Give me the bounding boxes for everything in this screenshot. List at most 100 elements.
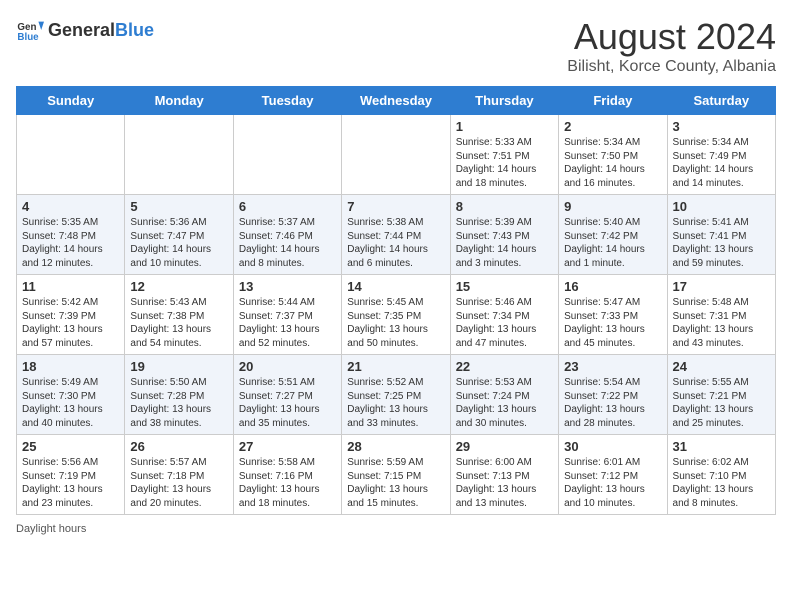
cell-info: Sunrise: 5:59 AM Sunset: 7:15 PM Dayligh… — [347, 456, 444, 510]
sub-title: Bilisht, Korce County, Albania — [567, 58, 776, 76]
cell-info: Sunrise: 5:57 AM Sunset: 7:18 PM Dayligh… — [130, 456, 227, 510]
calendar-cell: 3 Sunrise: 5:34 AM Sunset: 7:49 PM Daylig… — [667, 115, 775, 195]
cell-info: Sunrise: 5:48 AM Sunset: 7:31 PM Dayligh… — [673, 296, 770, 350]
cell-info: Sunrise: 5:43 AM Sunset: 7:38 PM Dayligh… — [130, 296, 227, 350]
calendar-week-row: 11 Sunrise: 5:42 AM Sunset: 7:39 PM Dayli… — [17, 275, 776, 355]
cell-info: Sunrise: 6:01 AM Sunset: 7:12 PM Dayligh… — [564, 456, 661, 510]
calendar-week-row: 25Sunrise: 5:56 AM Sunset: 7:19 PM Dayli… — [17, 435, 776, 515]
day-number: 23 — [564, 359, 661, 374]
day-number: 8 — [456, 199, 553, 214]
calendar-cell: 23 Sunrise: 5:54 AM Sunset: 7:22 PM Dayli… — [559, 355, 667, 435]
calendar-cell: 15Sunrise: 5:46 AM Sunset: 7:34 PM Dayli… — [450, 275, 558, 355]
calendar-cell: 22 Sunrise: 5:53 AM Sunset: 7:24 PM Dayli… — [450, 355, 558, 435]
cell-info: Sunrise: 5:56 AM Sunset: 7:19 PM Dayligh… — [22, 456, 119, 510]
cell-info: Sunrise: 5:58 AM Sunset: 7:16 PM Dayligh… — [239, 456, 336, 510]
day-number: 11 — [22, 279, 119, 294]
cell-info: Sunrise: 5:35 AM Sunset: 7:48 PM Dayligh… — [22, 216, 119, 270]
day-number: 24 — [673, 359, 770, 374]
calendar-cell: 29 Sunrise: 6:00 AM Sunset: 7:13 PM Dayli… — [450, 435, 558, 515]
calendar-cell: 30 Sunrise: 6:01 AM Sunset: 7:12 PM Dayli… — [559, 435, 667, 515]
day-number: 6 — [239, 199, 336, 214]
logo-general-text: General — [48, 20, 115, 40]
calendar-cell: 6 Sunrise: 5:37 AM Sunset: 7:46 PM Daylig… — [233, 195, 341, 275]
calendar-table: SundayMondayTuesdayWednesdayThursdayFrid… — [16, 86, 776, 515]
cell-info: Sunrise: 5:41 AM Sunset: 7:41 PM Dayligh… — [673, 216, 770, 270]
day-number: 30 — [564, 439, 661, 454]
day-number: 31 — [673, 439, 770, 454]
logo-blue-text: Blue — [115, 20, 154, 40]
calendar-cell: 21Sunrise: 5:52 AM Sunset: 7:25 PM Dayli… — [342, 355, 450, 435]
cell-info: Sunrise: 5:34 AM Sunset: 7:50 PM Dayligh… — [564, 136, 661, 190]
calendar-cell: 4 Sunrise: 5:35 AM Sunset: 7:48 PM Daylig… — [17, 195, 125, 275]
calendar-cell: 17Sunrise: 5:48 AM Sunset: 7:31 PM Dayli… — [667, 275, 775, 355]
calendar-cell — [342, 115, 450, 195]
cell-info: Sunrise: 5:53 AM Sunset: 7:24 PM Dayligh… — [456, 376, 553, 430]
day-number: 14 — [347, 279, 444, 294]
day-number: 12 — [130, 279, 227, 294]
day-header-monday: Monday — [125, 87, 233, 115]
calendar-cell: 2 Sunrise: 5:34 AM Sunset: 7:50 PM Daylig… — [559, 115, 667, 195]
calendar-week-row: 18 Sunrise: 5:49 AM Sunset: 7:30 PM Dayli… — [17, 355, 776, 435]
cell-info: Sunrise: 5:45 AM Sunset: 7:35 PM Dayligh… — [347, 296, 444, 350]
calendar-week-row: 1 Sunrise: 5:33 AM Sunset: 7:51 PM Daylig… — [17, 115, 776, 195]
title-area: August 2024 Bilisht, Korce County, Alban… — [567, 16, 776, 76]
footer: Daylight hours — [16, 523, 776, 535]
day-number: 3 — [673, 119, 770, 134]
calendar-cell: 25Sunrise: 5:56 AM Sunset: 7:19 PM Dayli… — [17, 435, 125, 515]
cell-info: Sunrise: 5:40 AM Sunset: 7:42 PM Dayligh… — [564, 216, 661, 270]
day-number: 18 — [22, 359, 119, 374]
day-header-thursday: Thursday — [450, 87, 558, 115]
calendar-cell: 11 Sunrise: 5:42 AM Sunset: 7:39 PM Dayli… — [17, 275, 125, 355]
calendar-cell — [125, 115, 233, 195]
calendar-cell: 31 Sunrise: 6:02 AM Sunset: 7:10 PM Dayli… — [667, 435, 775, 515]
cell-info: Sunrise: 5:38 AM Sunset: 7:44 PM Dayligh… — [347, 216, 444, 270]
cell-info: Sunrise: 5:52 AM Sunset: 7:25 PM Dayligh… — [347, 376, 444, 430]
cell-info: Sunrise: 5:39 AM Sunset: 7:43 PM Dayligh… — [456, 216, 553, 270]
calendar-cell: 13Sunrise: 5:44 AM Sunset: 7:37 PM Dayli… — [233, 275, 341, 355]
calendar-cell: 12 Sunrise: 5:43 AM Sunset: 7:38 PM Dayli… — [125, 275, 233, 355]
cell-info: Sunrise: 6:00 AM Sunset: 7:13 PM Dayligh… — [456, 456, 553, 510]
day-number: 20 — [239, 359, 336, 374]
cell-info: Sunrise: 5:55 AM Sunset: 7:21 PM Dayligh… — [673, 376, 770, 430]
calendar-cell: 18 Sunrise: 5:49 AM Sunset: 7:30 PM Dayli… — [17, 355, 125, 435]
cell-info: Sunrise: 5:54 AM Sunset: 7:22 PM Dayligh… — [564, 376, 661, 430]
day-number: 13 — [239, 279, 336, 294]
calendar-cell: 16 Sunrise: 5:47 AM Sunset: 7:33 PM Dayli… — [559, 275, 667, 355]
day-number: 4 — [22, 199, 119, 214]
calendar-cell: 26Sunrise: 5:57 AM Sunset: 7:18 PM Dayli… — [125, 435, 233, 515]
cell-info: Sunrise: 5:33 AM Sunset: 7:51 PM Dayligh… — [456, 136, 553, 190]
day-number: 16 — [564, 279, 661, 294]
day-header-sunday: Sunday — [17, 87, 125, 115]
calendar-cell: 5Sunrise: 5:36 AM Sunset: 7:47 PM Daylig… — [125, 195, 233, 275]
day-number: 5 — [130, 199, 227, 214]
calendar-cell: 7 Sunrise: 5:38 AM Sunset: 7:44 PM Daylig… — [342, 195, 450, 275]
cell-info: Sunrise: 5:37 AM Sunset: 7:46 PM Dayligh… — [239, 216, 336, 270]
calendar-cell — [233, 115, 341, 195]
day-number: 9 — [564, 199, 661, 214]
logo: Gen Blue GeneralBlue — [16, 16, 154, 44]
calendar-cell: 9 Sunrise: 5:40 AM Sunset: 7:42 PM Daylig… — [559, 195, 667, 275]
day-number: 29 — [456, 439, 553, 454]
calendar-cell: 28 Sunrise: 5:59 AM Sunset: 7:15 PM Dayli… — [342, 435, 450, 515]
cell-info: Sunrise: 5:49 AM Sunset: 7:30 PM Dayligh… — [22, 376, 119, 430]
day-number: 28 — [347, 439, 444, 454]
cell-info: Sunrise: 5:50 AM Sunset: 7:28 PM Dayligh… — [130, 376, 227, 430]
generalblue-logo-icon: Gen Blue — [16, 16, 44, 44]
cell-info: Sunrise: 6:02 AM Sunset: 7:10 PM Dayligh… — [673, 456, 770, 510]
calendar-cell: 14 Sunrise: 5:45 AM Sunset: 7:35 PM Dayli… — [342, 275, 450, 355]
calendar-cell: 27 Sunrise: 5:58 AM Sunset: 7:16 PM Dayli… — [233, 435, 341, 515]
calendar-cell: 24 Sunrise: 5:55 AM Sunset: 7:21 PM Dayli… — [667, 355, 775, 435]
header-row: SundayMondayTuesdayWednesdayThursdayFrid… — [17, 87, 776, 115]
day-number: 7 — [347, 199, 444, 214]
day-header-saturday: Saturday — [667, 87, 775, 115]
day-number: 1 — [456, 119, 553, 134]
cell-info: Sunrise: 5:34 AM Sunset: 7:49 PM Dayligh… — [673, 136, 770, 190]
day-number: 22 — [456, 359, 553, 374]
cell-info: Sunrise: 5:47 AM Sunset: 7:33 PM Dayligh… — [564, 296, 661, 350]
cell-info: Sunrise: 5:42 AM Sunset: 7:39 PM Dayligh… — [22, 296, 119, 350]
calendar-cell: 20Sunrise: 5:51 AM Sunset: 7:27 PM Dayli… — [233, 355, 341, 435]
day-number: 27 — [239, 439, 336, 454]
day-header-friday: Friday — [559, 87, 667, 115]
day-number: 10 — [673, 199, 770, 214]
day-number: 2 — [564, 119, 661, 134]
